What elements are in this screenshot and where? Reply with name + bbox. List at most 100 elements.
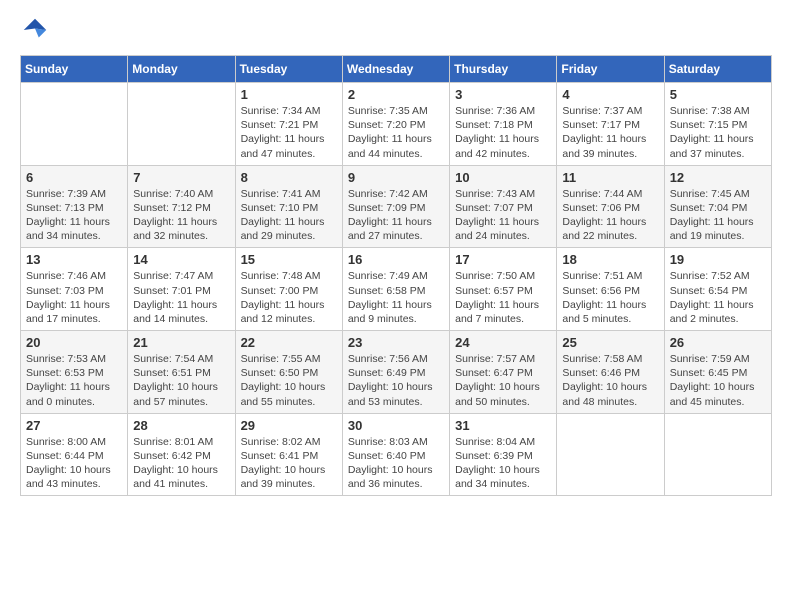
page-header [20,15,772,45]
day-info: Sunrise: 7:55 AMSunset: 6:50 PMDaylight:… [241,352,337,409]
day-number: 16 [348,252,444,267]
calendar-cell: 7 Sunrise: 7:40 AMSunset: 7:12 PMDaylight… [128,165,235,248]
day-number: 30 [348,418,444,433]
day-info: Sunrise: 7:57 AMSunset: 6:47 PMDaylight:… [455,352,551,409]
day-number: 28 [133,418,229,433]
day-info: Sunrise: 7:49 AMSunset: 6:58 PMDaylight:… [348,269,444,326]
day-number: 25 [562,335,658,350]
week-row-4: 20Sunrise: 7:53 AMSunset: 6:53 PMDayligh… [21,331,772,414]
day-info: Sunrise: 7:44 AMSunset: 7:06 PMDaylight:… [562,187,658,244]
logo [20,15,54,45]
day-info: Sunrise: 7:34 AMSunset: 7:21 PMDaylight:… [241,104,337,161]
day-info: Sunrise: 7:51 AMSunset: 6:56 PMDaylight:… [562,269,658,326]
day-info: Sunrise: 7:54 AMSunset: 6:51 PMDaylight:… [133,352,229,409]
day-number: 18 [562,252,658,267]
day-number: 5 [670,87,766,102]
day-info: Sunrise: 8:03 AMSunset: 6:40 PMDaylight:… [348,435,444,492]
calendar-cell: 18 Sunrise: 7:51 AMSunset: 6:56 PMDayligh… [557,248,664,331]
day-number: 23 [348,335,444,350]
day-number: 19 [670,252,766,267]
day-info: Sunrise: 7:35 AMSunset: 7:20 PMDaylight:… [348,104,444,161]
calendar-cell: 30 Sunrise: 8:03 AMSunset: 6:40 PMDayligh… [342,413,449,496]
day-info: Sunrise: 7:46 AMSunset: 7:03 PMDaylight:… [26,269,122,326]
calendar-cell: 11 Sunrise: 7:44 AMSunset: 7:06 PMDayligh… [557,165,664,248]
day-info: Sunrise: 7:53 AMSunset: 6:53 PMDaylight:… [26,352,122,409]
day-info: Sunrise: 7:40 AMSunset: 7:12 PMDaylight:… [133,187,229,244]
day-number: 7 [133,170,229,185]
day-info: Sunrise: 7:48 AMSunset: 7:00 PMDaylight:… [241,269,337,326]
day-info: Sunrise: 7:41 AMSunset: 7:10 PMDaylight:… [241,187,337,244]
calendar-cell [664,413,771,496]
calendar-cell: 8 Sunrise: 7:41 AMSunset: 7:10 PMDaylight… [235,165,342,248]
calendar-cell [557,413,664,496]
weekday-monday: Monday [128,56,235,83]
day-number: 22 [241,335,337,350]
calendar-cell: 16 Sunrise: 7:49 AMSunset: 6:58 PMDayligh… [342,248,449,331]
day-number: 9 [348,170,444,185]
day-number: 15 [241,252,337,267]
week-row-1: 1 Sunrise: 7:34 AMSunset: 7:21 PMDaylight… [21,83,772,166]
calendar-cell [128,83,235,166]
day-number: 6 [26,170,122,185]
day-number: 2 [348,87,444,102]
day-info: Sunrise: 7:43 AMSunset: 7:07 PMDaylight:… [455,187,551,244]
calendar-cell: 5 Sunrise: 7:38 AMSunset: 7:15 PMDaylight… [664,83,771,166]
weekday-saturday: Saturday [664,56,771,83]
day-number: 13 [26,252,122,267]
weekday-thursday: Thursday [450,56,557,83]
weekday-wednesday: Wednesday [342,56,449,83]
calendar-cell: 9 Sunrise: 7:42 AMSunset: 7:09 PMDaylight… [342,165,449,248]
day-info: Sunrise: 8:01 AMSunset: 6:42 PMDaylight:… [133,435,229,492]
calendar-cell: 21 Sunrise: 7:54 AMSunset: 6:51 PMDayligh… [128,331,235,414]
calendar-cell: 17 Sunrise: 7:50 AMSunset: 6:57 PMDayligh… [450,248,557,331]
day-number: 24 [455,335,551,350]
weekday-friday: Friday [557,56,664,83]
weekday-header-row: SundayMondayTuesdayWednesdayThursdayFrid… [21,56,772,83]
calendar-cell: 31 Sunrise: 8:04 AMSunset: 6:39 PMDayligh… [450,413,557,496]
day-info: Sunrise: 8:04 AMSunset: 6:39 PMDaylight:… [455,435,551,492]
calendar-cell: 20Sunrise: 7:53 AMSunset: 6:53 PMDayligh… [21,331,128,414]
week-row-5: 27 Sunrise: 8:00 AMSunset: 6:44 PMDayligh… [21,413,772,496]
calendar-cell: 3 Sunrise: 7:36 AMSunset: 7:18 PMDaylight… [450,83,557,166]
day-info: Sunrise: 7:56 AMSunset: 6:49 PMDaylight:… [348,352,444,409]
calendar-cell: 29 Sunrise: 8:02 AMSunset: 6:41 PMDayligh… [235,413,342,496]
day-number: 4 [562,87,658,102]
week-row-2: 6Sunrise: 7:39 AMSunset: 7:13 PMDaylight… [21,165,772,248]
calendar-cell: 10 Sunrise: 7:43 AMSunset: 7:07 PMDayligh… [450,165,557,248]
day-number: 26 [670,335,766,350]
calendar-cell: 6Sunrise: 7:39 AMSunset: 7:13 PMDaylight… [21,165,128,248]
day-info: Sunrise: 7:36 AMSunset: 7:18 PMDaylight:… [455,104,551,161]
day-number: 21 [133,335,229,350]
calendar-cell: 15 Sunrise: 7:48 AMSunset: 7:00 PMDayligh… [235,248,342,331]
calendar-cell: 12Sunrise: 7:45 AMSunset: 7:04 PMDayligh… [664,165,771,248]
day-number: 11 [562,170,658,185]
day-number: 29 [241,418,337,433]
day-info: Sunrise: 8:02 AMSunset: 6:41 PMDaylight:… [241,435,337,492]
calendar-cell: 22 Sunrise: 7:55 AMSunset: 6:50 PMDayligh… [235,331,342,414]
day-info: Sunrise: 7:42 AMSunset: 7:09 PMDaylight:… [348,187,444,244]
day-info: Sunrise: 8:00 AMSunset: 6:44 PMDaylight:… [26,435,122,492]
calendar: SundayMondayTuesdayWednesdayThursdayFrid… [20,55,772,496]
calendar-cell: 24 Sunrise: 7:57 AMSunset: 6:47 PMDayligh… [450,331,557,414]
day-number: 1 [241,87,337,102]
calendar-cell: 26 Sunrise: 7:59 AMSunset: 6:45 PMDayligh… [664,331,771,414]
day-info: Sunrise: 7:37 AMSunset: 7:17 PMDaylight:… [562,104,658,161]
day-number: 17 [455,252,551,267]
weekday-tuesday: Tuesday [235,56,342,83]
day-number: 31 [455,418,551,433]
day-number: 12 [670,170,766,185]
calendar-cell: 13 Sunrise: 7:46 AMSunset: 7:03 PMDayligh… [21,248,128,331]
day-number: 14 [133,252,229,267]
day-info: Sunrise: 7:59 AMSunset: 6:45 PMDaylight:… [670,352,766,409]
calendar-cell: 2 Sunrise: 7:35 AMSunset: 7:20 PMDaylight… [342,83,449,166]
calendar-cell: 23 Sunrise: 7:56 AMSunset: 6:49 PMDayligh… [342,331,449,414]
day-number: 10 [455,170,551,185]
calendar-cell: 14Sunrise: 7:47 AMSunset: 7:01 PMDayligh… [128,248,235,331]
day-number: 3 [455,87,551,102]
week-row-3: 13 Sunrise: 7:46 AMSunset: 7:03 PMDayligh… [21,248,772,331]
day-number: 8 [241,170,337,185]
day-info: Sunrise: 7:50 AMSunset: 6:57 PMDaylight:… [455,269,551,326]
calendar-cell: 1 Sunrise: 7:34 AMSunset: 7:21 PMDaylight… [235,83,342,166]
day-number: 27 [26,418,122,433]
day-info: Sunrise: 7:38 AMSunset: 7:15 PMDaylight:… [670,104,766,161]
